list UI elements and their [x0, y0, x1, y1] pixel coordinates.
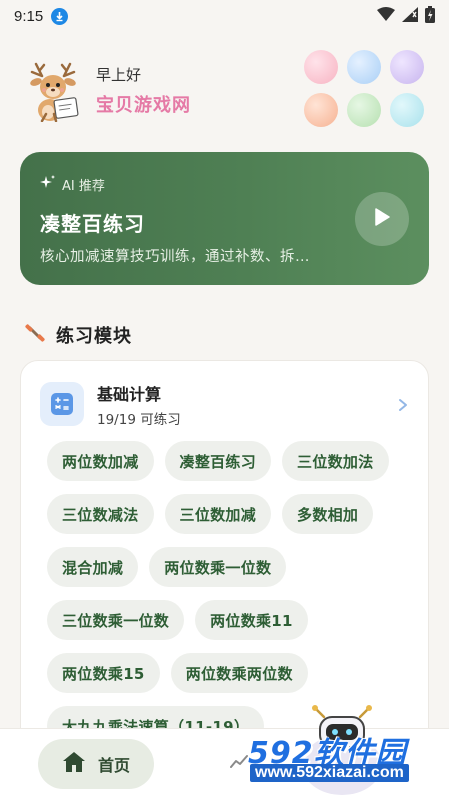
dumbbell-icon: [24, 322, 46, 348]
signal-icon: [402, 6, 418, 26]
wifi-icon: [377, 7, 395, 25]
play-icon: [374, 208, 390, 230]
brand-title: 宝贝游戏网: [96, 95, 191, 116]
ai-card-title: 凑整百练习: [40, 212, 145, 236]
exercise-chip[interactable]: 凑整百练习: [164, 441, 272, 481]
download-icon: [51, 7, 69, 25]
greeting-text: 早上好: [96, 66, 142, 84]
pink-dot: [304, 50, 338, 84]
chevron-right-icon[interactable]: [398, 397, 408, 416]
play-button[interactable]: [355, 192, 409, 246]
purple-dot: [390, 50, 424, 84]
nav-home-button[interactable]: 首页: [38, 739, 154, 789]
module-count: 19/19 可练习: [97, 412, 181, 428]
ai-card-description: 核心加减速算技巧训练，通过补数、拆…: [40, 249, 310, 265]
nav-home-label: 首页: [97, 756, 130, 775]
ai-tag-label: AI 推荐: [62, 178, 105, 194]
battery-icon: [425, 5, 435, 27]
blue-dot: [347, 50, 381, 84]
green-dot: [347, 93, 381, 127]
exercise-chip[interactable]: 混合加减: [47, 547, 139, 587]
watermark: 592软件园 www.592xiazai.com: [246, 728, 446, 788]
exercise-chip[interactable]: 两位数乘一位数: [149, 547, 287, 587]
exercise-chip[interactable]: 三位数减法: [47, 494, 154, 534]
sparkle-icon: [40, 174, 56, 194]
ai-recommend-card[interactable]: AI 推荐 凑整百练习 核心加减速算技巧训练，通过补数、拆…: [20, 152, 429, 285]
exercise-chip[interactable]: 两位数乘15: [47, 653, 160, 693]
exercise-chip[interactable]: 两位数乘11: [195, 600, 308, 640]
cyan-dot: [390, 93, 424, 127]
exercise-chip[interactable]: 三位数加减: [164, 494, 272, 534]
deer-mascot-icon: [28, 62, 82, 123]
ai-tag: AI 推荐: [40, 174, 105, 194]
practice-modules-header: 练习模块: [24, 322, 132, 348]
exercise-chips: 两位数加减 凑整百练习 三位数加法 三位数减法 三位数加减 多数相加 混合加减 …: [47, 441, 427, 746]
exercise-chip[interactable]: 多数相加: [282, 494, 374, 534]
status-bar: 9:15: [0, 0, 449, 32]
color-dots-decoration: [304, 50, 428, 130]
calculator-icon: [40, 382, 84, 426]
home-icon: [62, 751, 86, 777]
watermark-url: www.592xiazai.com: [250, 764, 409, 782]
section-title: 练习模块: [56, 326, 132, 347]
exercise-chip[interactable]: 三位数加法: [282, 441, 389, 481]
exercise-chip[interactable]: 两位数加减: [47, 441, 154, 481]
status-time: 9:15: [14, 7, 44, 25]
orange-dot: [304, 93, 338, 127]
module-name: 基础计算: [97, 385, 162, 404]
exercise-chip[interactable]: 三位数乘一位数: [47, 600, 185, 640]
exercise-chip[interactable]: 两位数乘两位数: [170, 653, 308, 693]
header: 早上好 宝贝游戏网: [0, 40, 449, 140]
